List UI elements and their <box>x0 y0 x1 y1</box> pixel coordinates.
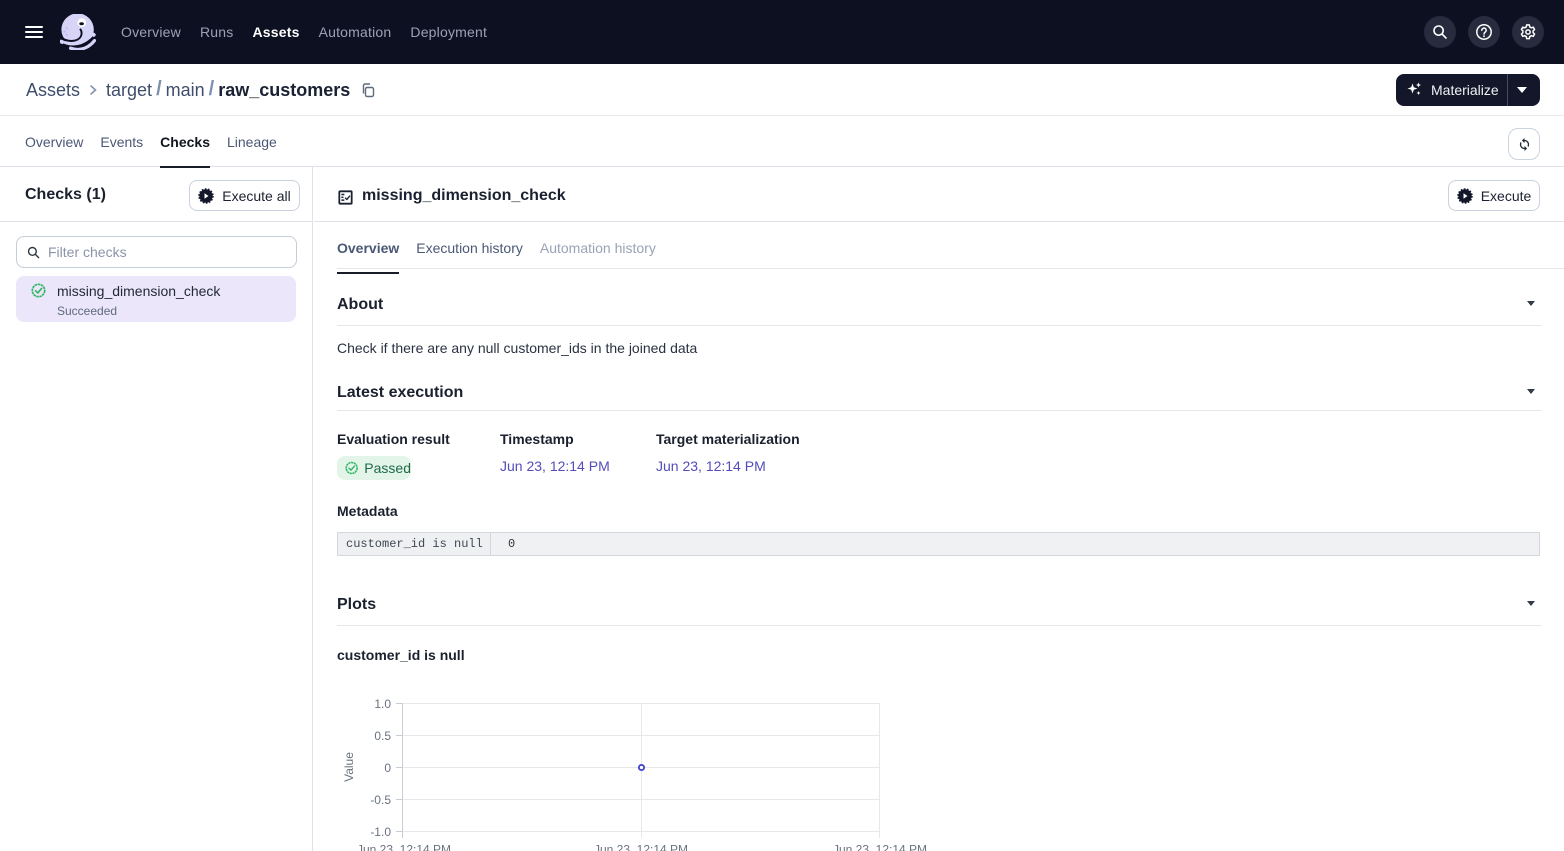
svg-text:Jun 23, 12:14 PM: Jun 23, 12:14 PM <box>357 843 451 851</box>
svg-text:-1.0: -1.0 <box>370 825 391 839</box>
svg-text:Value: Value <box>342 752 356 782</box>
svg-text:-0.5: -0.5 <box>370 793 391 807</box>
svg-text:Jun 23, 12:14 PM: Jun 23, 12:14 PM <box>833 843 927 851</box>
svg-text:1.0: 1.0 <box>374 697 391 711</box>
svg-text:Jun 23, 12:14 PM: Jun 23, 12:14 PM <box>594 843 688 851</box>
svg-text:0: 0 <box>384 761 391 775</box>
svg-text:0.5: 0.5 <box>374 729 391 743</box>
